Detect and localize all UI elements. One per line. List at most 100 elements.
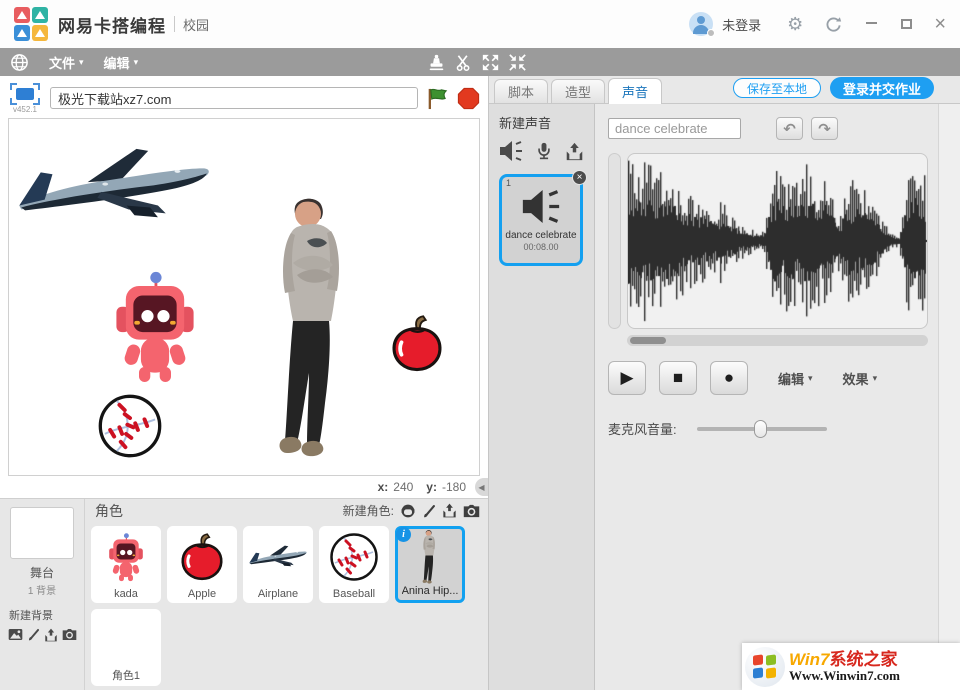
mic-volume-label: 麦克风音量: [608, 419, 677, 438]
stage-canvas[interactable] [8, 118, 480, 476]
save-local-button[interactable]: 保存至本地 [733, 78, 821, 98]
sound-index: 1 [506, 178, 511, 188]
sound-name-input[interactable] [608, 118, 741, 139]
redo-button[interactable]: ↷ [811, 117, 838, 140]
stop-button[interactable] [457, 87, 480, 110]
sound-library-icon[interactable] [499, 141, 523, 161]
language-globe-icon[interactable] [10, 53, 29, 72]
chevron-down-icon: ▾ [134, 57, 139, 68]
grow-sprite-icon[interactable] [482, 54, 499, 71]
airplane-sprite[interactable] [11, 145, 217, 228]
close-icon[interactable]: × [934, 14, 946, 34]
project-name-input[interactable] [50, 87, 418, 109]
waveform-scrollbar-thumb[interactable] [630, 337, 666, 344]
green-flag-button[interactable] [426, 87, 449, 110]
upload-sprite-icon[interactable] [442, 503, 457, 518]
stage-header: v452.1 [0, 76, 488, 118]
version-label: v452.1 [13, 105, 37, 114]
edit-menu[interactable]: 编辑▾ [104, 53, 139, 72]
sprite-pane: 角色 新建角色: kada [85, 499, 488, 690]
sprite-info-icon[interactable]: i [396, 527, 411, 542]
sprites-title: 角色 [95, 501, 123, 521]
stage-backdrop-thumb[interactable] [10, 507, 74, 559]
y-value: -180 [442, 480, 466, 494]
menu-bar: 文件▾ 编辑▾ [0, 48, 960, 76]
person-sprite[interactable] [267, 193, 363, 463]
shrink-sprite-icon[interactable] [509, 54, 526, 71]
watermark-brand-prefix: Win7 [789, 650, 829, 669]
sound-duration: 00:08.00 [523, 242, 558, 252]
maximize-icon[interactable] [901, 19, 912, 29]
upload-backdrop-icon[interactable] [44, 628, 58, 642]
camera-sprite-icon[interactable] [463, 504, 480, 518]
apple-sprite[interactable] [386, 315, 448, 372]
delete-sound-icon[interactable]: × [572, 170, 587, 185]
upload-sound-icon[interactable] [565, 142, 584, 161]
minimize-icon[interactable] [866, 22, 877, 24]
speaker-icon [521, 190, 561, 223]
login-status[interactable]: 未登录 [722, 15, 761, 34]
sound-editor: ↶ ↷ ▶ ■ [595, 104, 938, 690]
record-icon: ● [724, 368, 734, 388]
sound-item-dance-celebrate[interactable]: 1 × dance celebrate 00:08.00 [499, 174, 583, 266]
sprite-thumb-kada[interactable]: kada [91, 526, 161, 603]
watermark: Win7系统之家 Www.Winwin7.com [742, 643, 960, 690]
settings-gear-icon[interactable]: ⚙ [787, 15, 803, 33]
sprite-thumb-apple[interactable]: Apple [167, 526, 237, 603]
tab-scripts[interactable]: 脚本 [494, 79, 548, 103]
app-window: 网易卡搭编程 校园 未登录 ⚙ × 文件▾ 编辑▾ [0, 0, 960, 690]
sprite-grid: kada Apple Airplane Baseball [85, 522, 488, 690]
waveform-gutter [608, 153, 621, 329]
collapse-stage-icon[interactable]: ◀ [475, 478, 488, 496]
paint-backdrop-icon[interactable] [27, 628, 40, 641]
backdrop-library-icon[interactable] [8, 628, 23, 641]
mic-volume-slider-thumb[interactable] [754, 420, 767, 438]
sprites-section: 舞台 1 背景 新建背景 角色 新建角色: [0, 498, 488, 690]
sprite-thumb-baseball[interactable]: Baseball [319, 526, 389, 603]
waveform-scrollbar[interactable] [627, 335, 928, 346]
app-logo-icon [14, 7, 48, 41]
baseball-sprite[interactable] [97, 393, 163, 459]
sprite-thumb-role1[interactable]: 角色1 [91, 609, 161, 686]
waveform-panel[interactable] [627, 153, 928, 329]
tab-costumes[interactable]: 造型 [551, 79, 605, 103]
tab-bar: 脚本 造型 声音 保存至本地 登录并交作业 [489, 76, 960, 104]
waveform-canvas[interactable] [628, 154, 927, 328]
camera-backdrop-icon[interactable] [62, 628, 77, 641]
record-sound-mic-icon[interactable] [535, 142, 553, 160]
delete-scissors-icon[interactable] [455, 54, 472, 71]
watermark-url: Www.Winwin7.com [789, 669, 900, 683]
app-title: 网易卡搭编程 [58, 12, 166, 37]
paint-sprite-icon[interactable] [422, 504, 436, 518]
file-menu[interactable]: 文件▾ [49, 53, 84, 72]
chevron-down-icon: ▾ [79, 57, 84, 68]
x-value: 240 [393, 480, 413, 494]
user-avatar[interactable] [689, 12, 713, 36]
login-submit-button[interactable]: 登录并交作业 [830, 77, 934, 99]
effects-dropdown[interactable]: 效果▾ [843, 369, 878, 388]
sprite-thumb-anina[interactable]: i Anina Hip... [395, 526, 465, 603]
stage-label: 舞台 [30, 564, 54, 581]
refresh-icon[interactable] [825, 16, 842, 33]
backdrop-panel: 舞台 1 背景 新建背景 [0, 499, 85, 690]
editor-panel: 脚本 造型 声音 保存至本地 登录并交作业 新建声音 1 [489, 76, 960, 690]
duplicate-stamp-icon[interactable] [428, 54, 445, 71]
tab-sounds[interactable]: 声音 [608, 78, 662, 104]
robot-sprite[interactable] [107, 269, 203, 384]
sprite-library-icon[interactable] [400, 503, 416, 519]
backdrop-count: 1 背景 [28, 582, 56, 597]
play-button[interactable]: ▶ [608, 361, 646, 395]
right-gutter [938, 104, 960, 690]
edit-dropdown[interactable]: 编辑▾ [778, 369, 813, 388]
presentation-mode-icon[interactable] [10, 83, 40, 105]
play-icon: ▶ [620, 368, 633, 388]
record-button[interactable]: ● [710, 361, 748, 395]
chevron-down-icon: ▾ [808, 373, 813, 384]
sprite-thumb-airplane[interactable]: Airplane [243, 526, 313, 603]
undo-button[interactable]: ↶ [776, 117, 803, 140]
mic-volume-slider[interactable] [697, 427, 827, 431]
stop-sound-button[interactable]: ■ [659, 361, 697, 395]
stop-icon: ■ [673, 368, 683, 388]
title-bar: 网易卡搭编程 校园 未登录 ⚙ × [0, 0, 960, 48]
sound-name: dance celebrate [505, 230, 576, 241]
